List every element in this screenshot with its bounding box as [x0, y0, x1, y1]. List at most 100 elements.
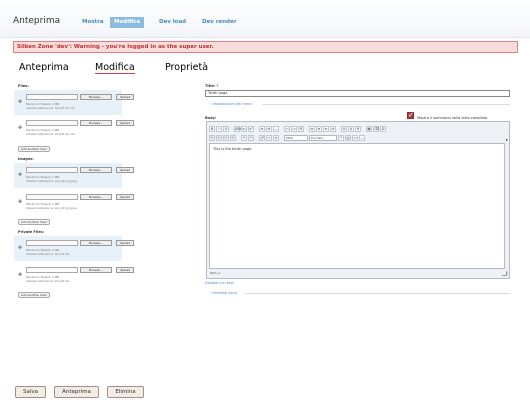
drag-handle-icon[interactable]: ✥	[18, 172, 22, 178]
toolbar-button[interactable]: ⎘	[209, 135, 215, 141]
subtab-anteprima[interactable]: Anteprima	[19, 62, 69, 73]
file-attachment-row: ✥ Browse... Upload Maximum filesize: 2 M…	[14, 90, 134, 115]
add-file-button[interactable]: Add another item	[18, 146, 50, 152]
summary-checkbox-label: Mostra il sommario nella vista completa	[417, 116, 488, 120]
input-format-link[interactable]: › Formato input	[210, 291, 237, 295]
toolbar-button[interactable]: I	[216, 126, 222, 132]
nav-tab-dev-render[interactable]: Dev render	[198, 17, 241, 28]
toolbar-button[interactable]: ▭	[352, 135, 358, 141]
top-bar: Anteprima Mostra Modifica Dev load Dev r…	[0, 0, 530, 38]
toolbar-button[interactable]: ≡	[266, 126, 272, 132]
private-file-attachment-row: ✥ Browse... Upload Maximum filesize: 2 M…	[14, 263, 134, 288]
title-input[interactable]: Tenth page	[205, 90, 510, 97]
toolbar-button[interactable]: ≡	[323, 126, 329, 132]
drag-handle-icon[interactable]: ✥	[18, 245, 22, 251]
toolbar-button[interactable]: U	[223, 126, 229, 132]
nav-tab-dev-load[interactable]: Dev load	[155, 17, 190, 28]
resize-handle-icon[interactable]	[502, 271, 507, 276]
drag-handle-icon[interactable]: ✥	[18, 125, 22, 131]
upload-button[interactable]: Upload	[116, 167, 134, 173]
preview-button[interactable]: Anteprima	[54, 386, 99, 398]
toolbar-button[interactable]: ↷	[248, 135, 254, 141]
drag-handle-icon[interactable]: ✥	[18, 199, 22, 205]
scroll-up-icon[interactable]: ▸	[506, 137, 508, 142]
toolbar-button[interactable]: ≡	[316, 126, 322, 132]
images-label: Images:	[18, 157, 34, 161]
upload-button[interactable]: Upload	[116, 94, 134, 100]
format-select[interactable]: Formato	[309, 135, 337, 141]
toolbar-button[interactable]: ≡	[259, 126, 265, 132]
save-button[interactable]: Salva	[15, 386, 46, 398]
file-input[interactable]	[26, 120, 78, 126]
toolbar-button[interactable]: ❝	[338, 135, 344, 141]
toolbar-button[interactable]: ▦	[366, 126, 372, 132]
browse-button[interactable]: Browse...	[80, 167, 112, 173]
private-file-meta: Maximum filesize: 2 MB Allowed extensions…	[26, 248, 70, 256]
editor-content-area[interactable]: This is the tenth page.	[209, 143, 505, 269]
image-attachment-row: ✥ Browse... Upload Maximum filesize: 2 M…	[14, 163, 134, 188]
toolbar-button[interactable]: ¶	[298, 126, 304, 132]
nav-tab-modifica[interactable]: Modifica	[110, 17, 145, 28]
nav-tab-mostra[interactable]: Mostra	[78, 17, 108, 28]
image-input[interactable]	[26, 194, 78, 200]
toolbar-button[interactable]: x₂	[241, 126, 247, 132]
add-private-file-button[interactable]: Add another item	[18, 292, 50, 298]
editor-path: Path: p	[210, 271, 221, 275]
image-meta: Maximum filesize: 2 MB Allowed extensions…	[26, 175, 77, 183]
rich-text-editor: B I U ABC x₂ x² ≡ ≡ — ⤺ ⤻ ¶ ≡ ≡ ≡ ≡ A A ¶ ▦ ⌫ Ω ⎘ ⎘ ⎘ ⎘ ↶ ↷ 🔗 ✂ ⚓ Stil…	[206, 121, 510, 279]
subtab-proprieta[interactable]: Proprietà	[165, 62, 208, 73]
browse-button[interactable]: Browse...	[80, 94, 112, 100]
toolbar-button[interactable]: —	[359, 135, 365, 141]
toolbar-button[interactable]: 🔗	[259, 135, 265, 141]
browse-button[interactable]: Browse...	[80, 267, 112, 273]
upload-button[interactable]: Upload	[116, 120, 134, 126]
toolbar-button[interactable]: A	[341, 126, 347, 132]
toolbar-button[interactable]: ⤺	[284, 126, 290, 132]
subtab-modifica[interactable]: Modifica	[95, 62, 135, 74]
private-files-label: Private Files:	[18, 230, 45, 234]
file-input[interactable]	[26, 94, 78, 100]
toolbar-button[interactable]: ⎘	[230, 135, 236, 141]
toolbar-button[interactable]: ⤻	[291, 126, 297, 132]
toolbar-button[interactable]: ≡	[309, 126, 315, 132]
toolbar-button[interactable]: ⎘	[216, 135, 222, 141]
browse-button[interactable]: Browse...	[80, 120, 112, 126]
body-label: Body:	[205, 116, 217, 120]
image-input[interactable]	[26, 167, 78, 173]
private-file-input[interactable]	[26, 240, 78, 246]
style-select[interactable]: Stile	[284, 135, 308, 141]
toolbar-button[interactable]: ⚓	[273, 135, 279, 141]
toolbar-button[interactable]: ☺	[345, 135, 351, 141]
toolbar-button[interactable]: ↶	[241, 135, 247, 141]
chevron-right-icon: ›	[210, 291, 212, 295]
toolbar-button[interactable]: ✂	[266, 135, 272, 141]
toolbar-button[interactable]: ≡	[330, 126, 336, 132]
drag-handle-icon[interactable]: ✥	[18, 272, 22, 278]
add-image-button[interactable]: Add another item	[18, 219, 50, 225]
summary-checkbox[interactable]	[407, 111, 414, 119]
private-file-attachment-row: ✥ Browse... Upload Maximum filesize: 2 M…	[14, 236, 134, 261]
browse-button[interactable]: Browse...	[80, 240, 112, 246]
toolbar-button[interactable]: ⎘	[223, 135, 229, 141]
toolbar-button[interactable]: ABC	[234, 126, 242, 132]
toolbar-button[interactable]: x²	[248, 126, 254, 132]
files-label: Files:	[18, 84, 29, 88]
drag-handle-icon[interactable]: ✥	[18, 99, 22, 105]
file-attachment-row: ✥ Browse... Upload Maximum filesize: 2 M…	[14, 116, 134, 141]
toolbar-button[interactable]: ⌫	[373, 126, 379, 132]
toolbar-button[interactable]: ¶	[355, 126, 361, 132]
upload-button[interactable]: Upload	[116, 194, 134, 200]
delete-button[interactable]: Elimina	[107, 386, 144, 398]
toolbar-button[interactable]: Ω	[380, 126, 386, 132]
toolbar-button[interactable]: —	[273, 126, 279, 132]
private-file-input[interactable]	[26, 267, 78, 273]
disable-rich-text-link[interactable]: Disable rich-text	[205, 281, 234, 285]
upload-button[interactable]: Upload	[116, 267, 134, 273]
toolbar-button[interactable]: B	[209, 126, 215, 132]
toolbar-button[interactable]: A	[348, 126, 354, 132]
menu-settings-link[interactable]: › Impostazioni dei menu	[210, 102, 252, 106]
app-title: Anteprima	[13, 16, 61, 26]
private-file-meta: Maximum filesize: 2 MB Allowed extensions…	[26, 275, 70, 283]
upload-button[interactable]: Upload	[116, 240, 134, 246]
browse-button[interactable]: Browse...	[80, 194, 112, 200]
